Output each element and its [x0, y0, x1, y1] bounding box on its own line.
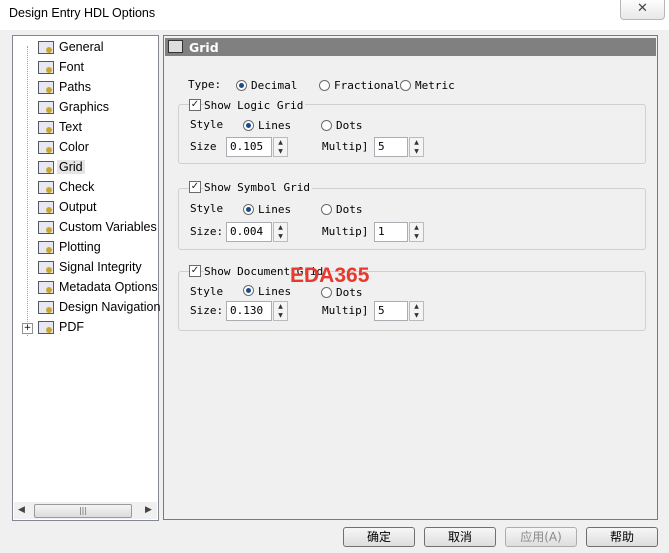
- options-page-icon: [38, 261, 54, 274]
- symbol-style-dots-label: Dots: [336, 203, 363, 216]
- type-decimal-radio[interactable]: [236, 80, 247, 91]
- logic-style-lines-radio[interactable]: [243, 120, 254, 131]
- symbol-multiple-stepper[interactable]: ▲ ▼: [409, 222, 424, 242]
- logic-style-dots-label: Dots: [336, 119, 363, 132]
- symbol-style-lines-radio[interactable]: [243, 204, 254, 215]
- tree-item-label: Color: [59, 140, 89, 154]
- type-decimal-label: Decimal: [251, 79, 298, 92]
- tree-connector-line: [27, 46, 29, 336]
- symbol-size-label: Size:: [190, 225, 224, 238]
- logic-style-label: Style: [190, 118, 224, 131]
- logic-style-dots-radio[interactable]: [321, 120, 332, 131]
- logic-multiple-input[interactable]: 5: [374, 137, 408, 157]
- show-logic-grid-label: Show Logic Grid: [204, 99, 306, 112]
- apply-button[interactable]: 应用(A): [505, 527, 577, 547]
- document-size-stepper[interactable]: ▲ ▼: [273, 301, 288, 321]
- panel-header: Grid: [165, 38, 656, 56]
- logic-multiple-stepper[interactable]: ▲ ▼: [409, 137, 424, 157]
- tree-item-label: Metadata Options: [59, 280, 158, 294]
- scroll-thumb[interactable]: |||: [34, 504, 132, 518]
- tree-horizontal-scrollbar[interactable]: ◀ ||| ▶: [14, 502, 157, 519]
- document-multiple-input[interactable]: 5: [374, 301, 408, 321]
- tree-item-label: Design Navigation: [59, 300, 161, 314]
- tree-item-label: Grid: [57, 160, 85, 174]
- tree-item-label: Graphics: [59, 100, 110, 114]
- options-page-icon: [38, 321, 54, 334]
- document-multiple-label: Multip]: [322, 304, 369, 317]
- options-page-icon: [38, 241, 54, 254]
- grid-options-panel: Grid Type: Decimal Fractional Metric ✓ S…: [163, 35, 658, 520]
- tree-item-label: PDF: [59, 320, 84, 334]
- symbol-style-dots-radio[interactable]: [321, 204, 332, 215]
- document-size-label: Size:: [190, 304, 224, 317]
- document-size-input[interactable]: 0.130: [226, 301, 272, 321]
- pdf-expand-toggle[interactable]: +: [22, 323, 33, 334]
- options-page-icon: [38, 161, 54, 174]
- options-page-icon: [38, 301, 54, 314]
- symbol-style-lines-label: Lines: [258, 203, 292, 216]
- options-page-icon: [38, 141, 54, 154]
- type-fractional-label: Fractional: [334, 79, 401, 92]
- options-page-icon: [38, 101, 54, 114]
- tree-item-label: Check: [59, 180, 95, 194]
- logic-size-stepper[interactable]: ▲ ▼: [273, 137, 288, 157]
- type-metric-label: Metric: [415, 79, 455, 92]
- options-page-icon: [38, 81, 54, 94]
- options-page-icon: [38, 201, 54, 214]
- symbol-style-label: Style: [190, 202, 224, 215]
- panel-title: Grid: [189, 40, 219, 55]
- show-document-grid-checkbox[interactable]: ✓: [189, 265, 201, 277]
- type-fractional-radio[interactable]: [319, 80, 330, 91]
- scroll-right-icon[interactable]: ▶: [145, 505, 152, 515]
- cancel-button[interactable]: 取消: [424, 527, 496, 547]
- document-style-lines-radio[interactable]: [243, 285, 254, 296]
- symbol-multiple-label: Multip]: [322, 225, 369, 238]
- type-metric-radio[interactable]: [400, 80, 411, 91]
- options-page-icon: [38, 41, 54, 54]
- grid-page-icon: [168, 40, 183, 53]
- options-page-icon: [38, 121, 54, 134]
- document-style-lines-label: Lines: [258, 285, 292, 298]
- tree-item-label: Font: [59, 60, 85, 74]
- logic-multiple-label: Multip]: [322, 140, 369, 153]
- document-style-label: Style: [190, 285, 224, 298]
- tree-item-label: Plotting: [59, 240, 101, 254]
- window-title: Design Entry HDL Options: [9, 6, 156, 20]
- show-symbol-grid-checkbox[interactable]: ✓: [189, 181, 201, 193]
- type-label: Type:: [188, 78, 222, 91]
- options-page-icon: [38, 181, 54, 194]
- symbol-size-input[interactable]: 0.004: [226, 222, 272, 242]
- logic-size-label: Size: [190, 140, 217, 153]
- symbol-multiple-input[interactable]: 1: [374, 222, 408, 242]
- ok-button[interactable]: 确定: [343, 527, 415, 547]
- document-multiple-stepper[interactable]: ▲ ▼: [409, 301, 424, 321]
- logic-size-input[interactable]: 0.105: [226, 137, 272, 157]
- document-style-dots-radio[interactable]: [321, 287, 332, 298]
- tree-item-label: Text: [59, 120, 82, 134]
- scroll-left-icon[interactable]: ◀: [18, 505, 25, 515]
- tree-item-label: General: [59, 40, 104, 54]
- help-button[interactable]: 帮助: [586, 527, 658, 547]
- close-button[interactable]: ✕: [620, 0, 665, 20]
- options-page-icon: [38, 61, 54, 74]
- show-logic-grid-checkbox[interactable]: ✓: [189, 99, 201, 111]
- logic-style-lines-label: Lines: [258, 119, 292, 132]
- title-bar: Design Entry HDL Options ✕: [0, 0, 669, 30]
- tree-item-label: Signal Integrity: [59, 260, 142, 274]
- tree-item-label: Output: [59, 200, 97, 214]
- watermark: EDA365: [290, 264, 370, 287]
- show-symbol-grid-label: Show Symbol Grid: [204, 181, 312, 194]
- options-page-icon: [38, 221, 54, 234]
- tree-item-label: Paths: [59, 80, 91, 94]
- options-tree[interactable]: General Font Paths Graphics Text Color Grid Che…: [12, 35, 161, 521]
- options-page-icon: [38, 281, 54, 294]
- symbol-size-stepper[interactable]: ▲ ▼: [273, 222, 288, 242]
- tree-item-label: Custom Variables: [59, 220, 157, 234]
